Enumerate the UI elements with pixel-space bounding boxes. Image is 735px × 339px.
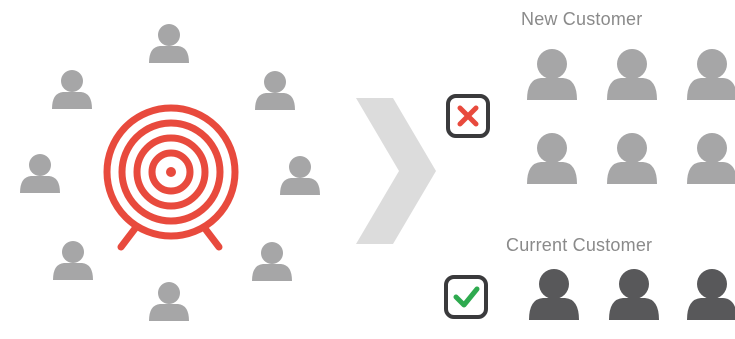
- bullseye-target-icon: [103, 104, 239, 251]
- person-icon: [607, 49, 657, 100]
- person-icon: [149, 24, 189, 63]
- person-icon: [53, 241, 93, 280]
- person-icon: [20, 154, 60, 193]
- diagram-canvas: [20, 24, 735, 321]
- person-icon: [609, 269, 659, 320]
- person-icon: [527, 133, 577, 184]
- diagram: New Customer Current Customer: [0, 0, 735, 334]
- person-icon: [687, 133, 735, 184]
- person-icon: [280, 156, 320, 195]
- current-customer-group: [529, 269, 735, 320]
- current-customer-label: Current Customer: [506, 235, 653, 255]
- check-icon: [444, 275, 488, 319]
- person-icon: [149, 282, 189, 321]
- x-icon: [446, 94, 490, 138]
- person-icon: [687, 269, 735, 320]
- person-icon: [529, 269, 579, 320]
- person-icon: [252, 242, 292, 281]
- person-icon: [607, 133, 657, 184]
- person-icon: [687, 49, 735, 100]
- person-icon: [527, 49, 577, 100]
- person-icon: [255, 71, 295, 110]
- new-customer-group: [527, 49, 735, 184]
- person-icon: [52, 70, 92, 109]
- chevron-right-icon: [356, 98, 436, 244]
- new-customer-label: New Customer: [521, 9, 643, 29]
